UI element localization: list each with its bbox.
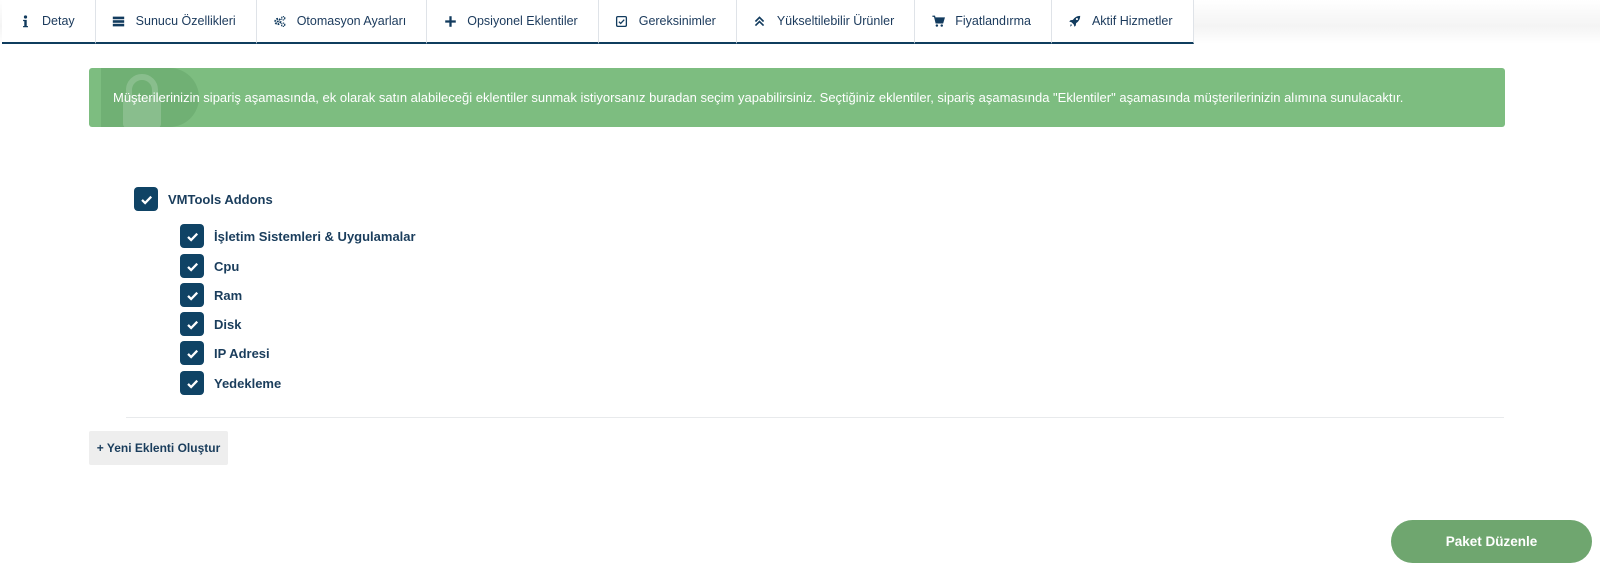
check-square-icon [615, 14, 629, 28]
tab-sunucu-ozellikleri[interactable]: Sunucu Özellikleri [95, 0, 257, 44]
tab-detay[interactable]: Detay [2, 0, 96, 44]
tab-aktif-hizmetler[interactable]: Aktif Hizmetler [1051, 0, 1194, 44]
tab-bar: Detay Sunucu Özellikleri Otomasyon Ayarl… [0, 0, 1600, 44]
addon-label: Ram [214, 287, 243, 303]
addon-checkbox[interactable] [180, 224, 204, 248]
tab-label: Otomasyon Ayarları [296, 14, 407, 28]
addon-checkbox[interactable] [180, 371, 204, 395]
tab-label: Sunucu Özellikleri [135, 14, 236, 28]
tab-opsiyonel-eklentiler[interactable]: Opsiyonel Eklentiler [427, 0, 599, 44]
cart-icon [931, 14, 945, 28]
alert-text: Müşterilerinizin sipariş aşamasında, ek … [113, 90, 1404, 105]
check-icon [140, 195, 152, 205]
check-icon [186, 232, 198, 242]
tab-fiyatlandirma[interactable]: Fiyatlandırma [915, 0, 1052, 44]
tab-gereksinimler[interactable]: Gereksinimler [598, 0, 737, 44]
info-icon [18, 14, 32, 28]
tab-label: Fiyatlandırma [955, 14, 1031, 28]
chevron-double-up-icon [753, 14, 767, 28]
addon-group-label: VMTools Addons [168, 191, 273, 207]
check-icon [186, 320, 198, 330]
addon-checkbox[interactable] [180, 283, 204, 307]
addon-item-row: Ram [180, 283, 242, 307]
tab-label: Yükseltilebilir Ürünler [776, 14, 895, 28]
tab-label: Aktif Hizmetler [1091, 14, 1173, 28]
check-icon [186, 262, 198, 272]
addon-label: Cpu [214, 258, 240, 274]
tab-label: Opsiyonel Eklentiler [467, 14, 578, 28]
addon-label: Disk [214, 316, 242, 332]
edit-package-button[interactable]: Paket Düzenle [1391, 520, 1592, 563]
addon-item-row: İşletim Sistemleri & Uygulamalar [180, 224, 416, 248]
check-icon [186, 291, 198, 301]
plus-icon [443, 14, 457, 28]
addon-checkbox[interactable] [180, 312, 204, 336]
divider [126, 417, 1504, 418]
check-icon [186, 379, 198, 389]
info-alert: Müşterilerinizin sipariş aşamasında, ek … [89, 68, 1505, 127]
tab-yukseltilebilir-urunler[interactable]: Yükseltilebilir Ürünler [736, 0, 916, 44]
addon-label: Yedekleme [214, 375, 282, 391]
tabs: Detay Sunucu Özellikleri Otomasyon Ayarl… [2, 0, 1194, 44]
tab-label: Detay [42, 14, 75, 28]
gears-icon [273, 14, 287, 28]
rocket-icon [1068, 14, 1082, 28]
server-icon [112, 14, 126, 28]
tab-otomasyon-ayarlari[interactable]: Otomasyon Ayarları [256, 0, 428, 44]
check-icon [186, 349, 198, 359]
addon-label: IP Adresi [214, 345, 270, 361]
addon-group-checkbox[interactable] [134, 187, 158, 211]
addon-item-row: IP Adresi [180, 341, 270, 365]
tab-label: Gereksinimler [638, 14, 716, 28]
addon-item-row: Cpu [180, 254, 239, 278]
addon-checkbox[interactable] [180, 254, 204, 278]
addon-item-row: Yedekleme [180, 371, 281, 395]
addon-group-row: VMTools Addons [134, 187, 273, 211]
addon-label: İşletim Sistemleri & Uygulamalar [214, 228, 416, 244]
addon-checkbox[interactable] [180, 341, 204, 365]
new-addon-button[interactable]: + Yeni Eklenti Oluştur [89, 431, 228, 465]
addon-item-row: Disk [180, 312, 241, 336]
